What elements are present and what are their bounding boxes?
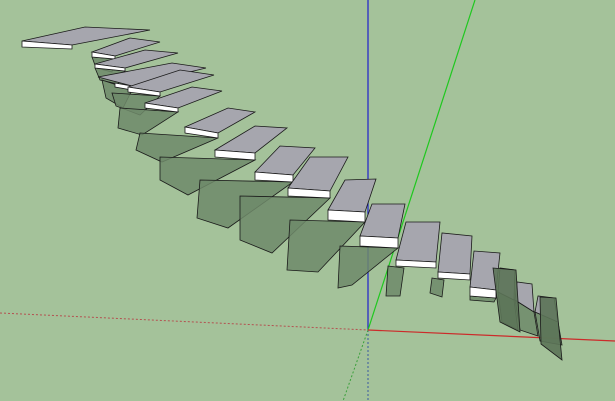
3d-viewport[interactable] (0, 0, 615, 401)
x-axis-positive (367, 329, 615, 342)
step-riser-panel[interactable] (492, 267, 521, 333)
spiral-stair-model[interactable] (21, 26, 563, 361)
step-tread-top[interactable] (395, 221, 441, 263)
x-axis-negative (0, 312, 369, 331)
step-tread-top[interactable] (213, 125, 289, 154)
step-tread-top[interactable] (437, 232, 473, 275)
step-riser-panel[interactable] (539, 296, 563, 361)
step-riser-panel[interactable] (429, 277, 445, 298)
step-tread-front[interactable] (359, 235, 399, 249)
step-riser-panel[interactable] (385, 265, 405, 297)
step-tread-top[interactable] (327, 178, 377, 213)
step-riser-panel[interactable] (117, 107, 180, 136)
y-axis-positive (367, 0, 476, 331)
y-axis-negative (342, 329, 369, 401)
step-tread-front[interactable] (327, 209, 366, 223)
scene-canvas[interactable] (0, 0, 615, 401)
step-tread-top[interactable] (359, 203, 406, 239)
